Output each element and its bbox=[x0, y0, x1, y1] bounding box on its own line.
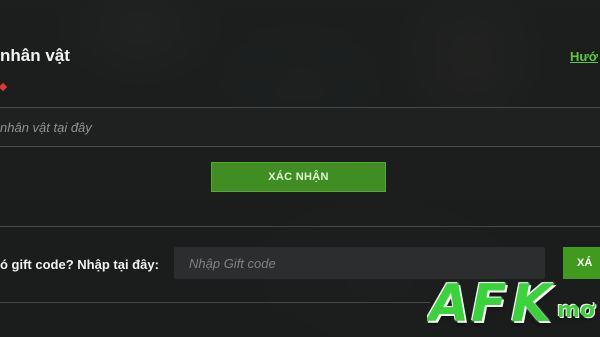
gift-code-submit-button[interactable]: XÁ bbox=[563, 247, 600, 279]
character-name-input[interactable]: nhân vật tại đây bbox=[0, 107, 600, 147]
gift-code-input[interactable]: Nhập Gift code bbox=[174, 247, 545, 279]
bottom-divider bbox=[0, 302, 430, 303]
logo-letter-a: A bbox=[429, 280, 470, 334]
afk-logo-watermark: A F K mơ bbox=[427, 280, 600, 337]
section-divider bbox=[0, 226, 600, 227]
gift-code-label: ó gift code? Nhập tại đây: bbox=[0, 257, 159, 272]
character-name-placeholder: nhân vật tại đây bbox=[0, 120, 92, 135]
logo-letter-k: K bbox=[511, 280, 552, 334]
confirm-button[interactable]: XÁC NHẬN bbox=[211, 162, 386, 192]
character-section-title: nhân vật bbox=[0, 46, 70, 65]
logo-letter-f: F bbox=[471, 280, 507, 334]
guide-link[interactable]: Hướ bbox=[570, 49, 598, 64]
logo-suffix: mơ bbox=[557, 298, 596, 323]
gift-code-placeholder: Nhập Gift code bbox=[189, 256, 276, 271]
